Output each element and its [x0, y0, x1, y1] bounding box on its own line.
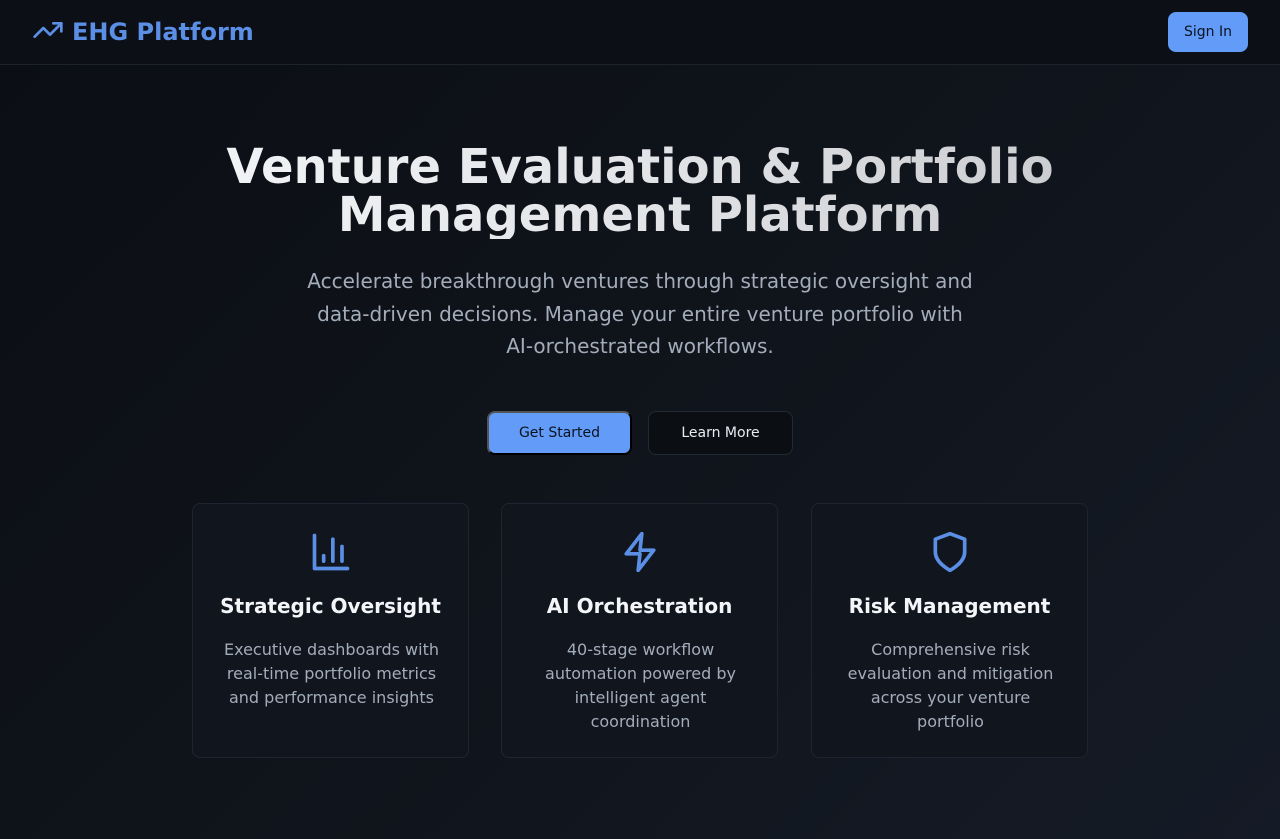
- trending-up-icon: [32, 14, 64, 50]
- top-nav-bar: EHG Platform Sign In: [0, 0, 1280, 65]
- get-started-button[interactable]: Get Started: [487, 411, 632, 455]
- brand-logo[interactable]: EHG Platform: [32, 16, 254, 48]
- feature-card-strategic-oversight: Strategic Oversight Executive dashboards…: [192, 503, 469, 758]
- feature-title: Risk Management: [848, 594, 1051, 618]
- hero-subtitle-line-1: Accelerate breakthrough ventures through…: [307, 269, 973, 293]
- sign-in-button[interactable]: Sign In: [1168, 12, 1248, 52]
- hero-title-line-2: Management Platform: [337, 187, 943, 243]
- feature-card-risk-management: Risk Management Comprehensive risk evalu…: [811, 503, 1088, 758]
- hero-subtitle-line-2: data-driven decisions. Manage your entir…: [317, 301, 963, 326]
- lightning-icon: [618, 530, 662, 574]
- hero-subtitle: Accelerate breakthrough ventures through…: [290, 265, 990, 363]
- bar-chart-icon: [309, 530, 353, 574]
- hero-subtitle-line-3: AI-orchestrated workflows.: [506, 334, 774, 358]
- feature-description: Comprehensive risk evaluation and mitiga…: [847, 640, 1054, 731]
- feature-title: Strategic Oversight: [220, 594, 441, 618]
- feature-card-ai-orchestration: AI Orchestration 40-stage workflow autom…: [501, 503, 778, 758]
- brand-name: EHG Platform: [72, 18, 254, 46]
- feature-title: AI Orchestration: [546, 594, 733, 618]
- feature-description: 40-stage workflow automation powered by …: [545, 640, 736, 731]
- learn-more-button[interactable]: Learn More: [648, 411, 793, 455]
- shield-icon: [928, 530, 972, 574]
- hero-title: Venture Evaluation & Portfolio Managemen…: [140, 143, 1140, 239]
- feature-description: Executive dashboards with real-time port…: [224, 640, 439, 707]
